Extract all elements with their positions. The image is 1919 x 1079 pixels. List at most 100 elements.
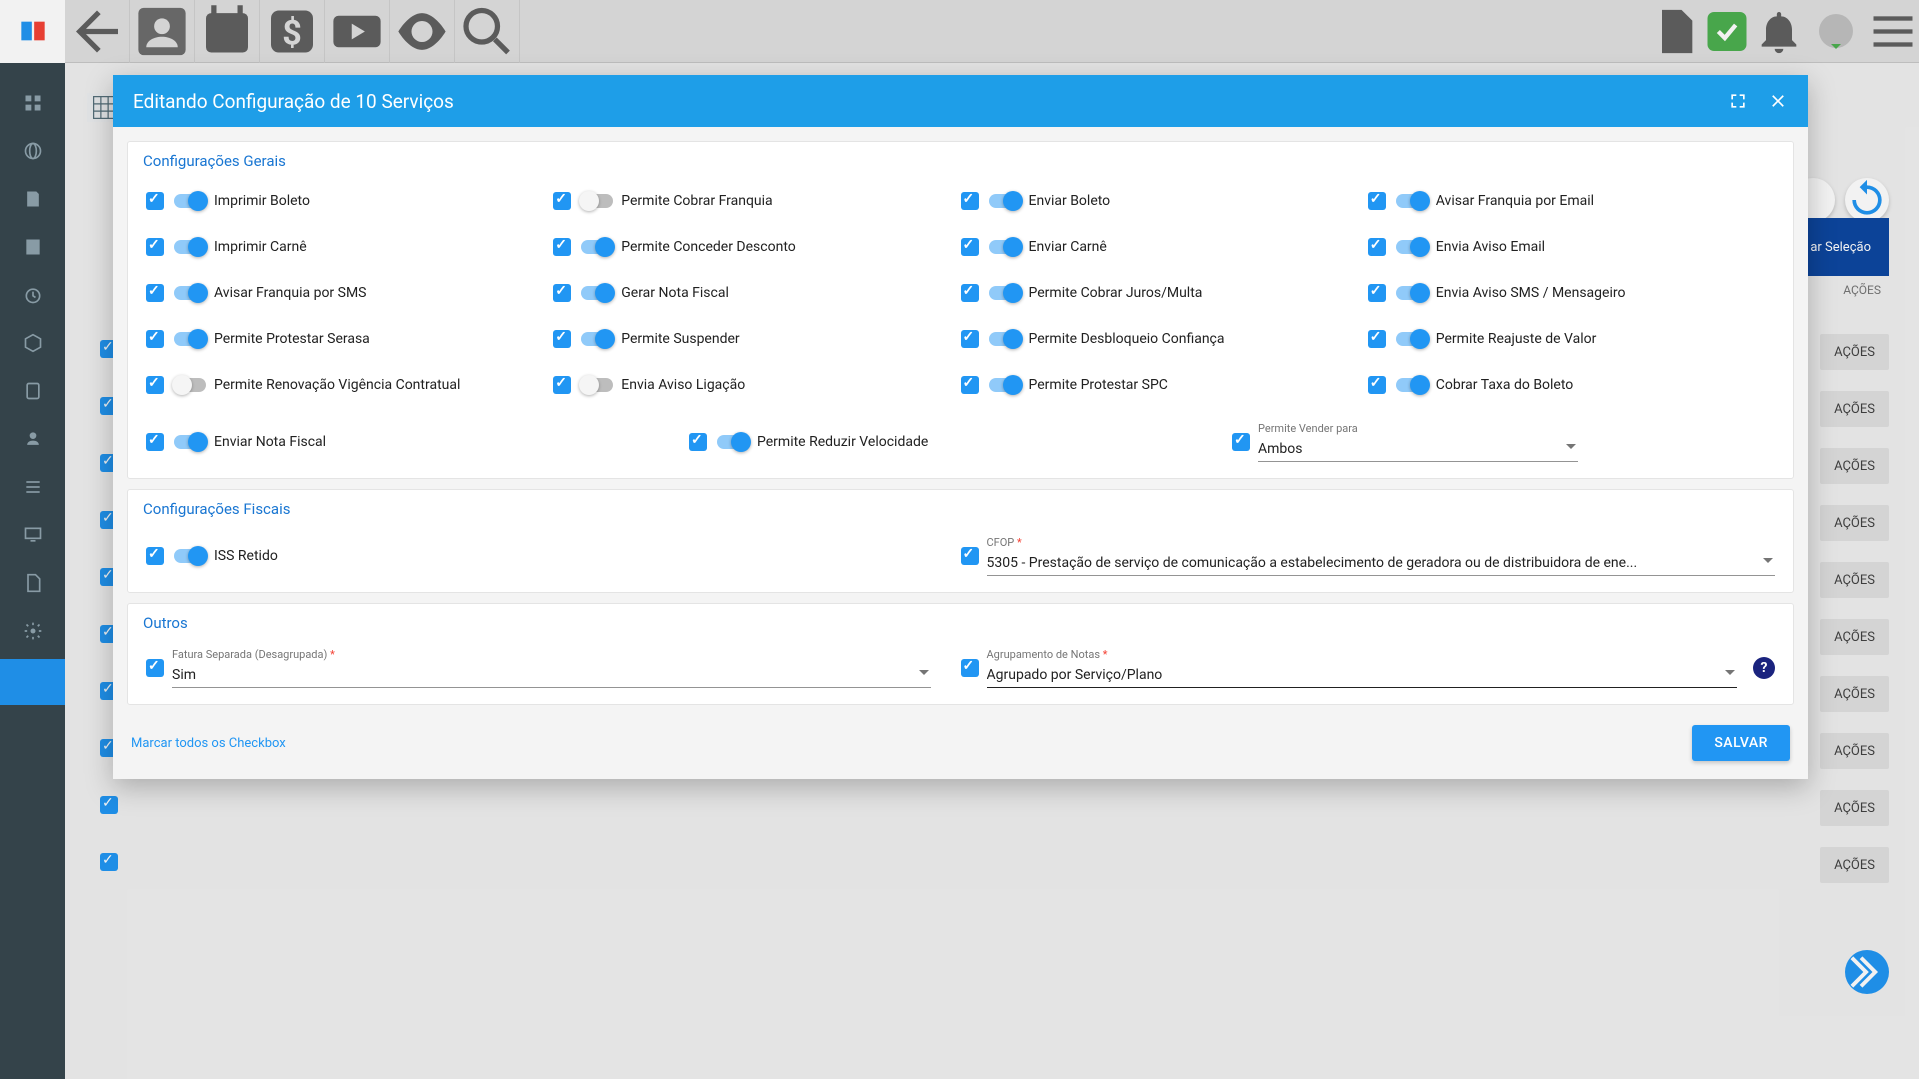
sel-lbl-permite-vender: Permite Vender para: [1258, 422, 1578, 435]
sel-lbl-fatura-separada: Fatura Separada (Desagrupada) *: [172, 648, 931, 661]
chevron-down-icon: [1763, 558, 1773, 568]
chk-agrupamento-notas[interactable]: [961, 659, 979, 677]
lbl-avisar-franquia-sms: Avisar Franquia por SMS: [214, 285, 367, 301]
chevron-down-icon: [1725, 670, 1735, 680]
sel-lbl-cfop: CFOP *: [987, 536, 1776, 549]
sel-val-fatura-separada: Sim: [172, 663, 931, 688]
lbl-permite-renovacao: Permite Renovação Vigência Contratual: [214, 377, 460, 393]
chk-envia-aviso-sms[interactable]: [1368, 284, 1386, 302]
tog-permite-protestar-serasa[interactable]: [174, 332, 206, 346]
chk-permite-desbloqueio[interactable]: [961, 330, 979, 348]
lbl-permite-desbloqueio: Permite Desbloqueio Confiança: [1029, 331, 1225, 347]
tog-envia-aviso-ligacao[interactable]: [581, 378, 613, 392]
tog-envia-aviso-sms[interactable]: [1396, 286, 1428, 300]
tog-avisar-franquia-sms[interactable]: [174, 286, 206, 300]
section-fiscal-title: Configurações Fiscais: [143, 490, 1775, 526]
sel-val-agrupamento-notas: Agrupado por Serviço/Plano: [987, 663, 1738, 688]
edit-config-modal: Editando Configuração de 10 Serviços Con…: [113, 75, 1808, 779]
section-other-title: Outros: [143, 604, 1775, 640]
tog-permite-reduzir-velocidade[interactable]: [717, 435, 749, 449]
lbl-permite-reajuste: Permite Reajuste de Valor: [1436, 331, 1597, 347]
lbl-envia-aviso-sms: Envia Aviso SMS / Mensageiro: [1436, 285, 1626, 301]
chevron-down-icon: [919, 670, 929, 680]
chk-enviar-carne[interactable]: [961, 238, 979, 256]
tog-avisar-franquia-email[interactable]: [1396, 194, 1428, 208]
tog-permite-conceder-desconto[interactable]: [581, 240, 613, 254]
section-other: Outros Fatura Separada (Desagrupada) * S…: [127, 603, 1794, 705]
lbl-permite-reduzir-velocidade: Permite Reduzir Velocidade: [757, 434, 928, 450]
chk-envia-aviso-ligacao[interactable]: [553, 376, 571, 394]
chk-enviar-nota-fiscal[interactable]: [146, 433, 164, 451]
lbl-permite-cobrar-franquia: Permite Cobrar Franquia: [621, 193, 772, 209]
lbl-iss-retido: ISS Retido: [214, 548, 278, 564]
fullscreen-icon[interactable]: [1728, 91, 1748, 111]
lbl-permite-protestar-spc: Permite Protestar SPC: [1029, 377, 1168, 393]
chk-permite-cobrar-juros[interactable]: [961, 284, 979, 302]
chk-cobrar-taxa-boleto[interactable]: [1368, 376, 1386, 394]
chk-imprimir-boleto[interactable]: [146, 192, 164, 210]
tog-iss-retido[interactable]: [174, 549, 206, 563]
chevron-down-icon: [1566, 444, 1576, 454]
lbl-permite-conceder-desconto: Permite Conceder Desconto: [621, 239, 796, 255]
tog-gerar-nota-fiscal[interactable]: [581, 286, 613, 300]
sel-lbl-agrupamento-notas: Agrupamento de Notas *: [987, 648, 1738, 661]
section-general: Configurações Gerais Imprimir Boleto Per…: [127, 141, 1794, 479]
chk-permite-suspender[interactable]: [553, 330, 571, 348]
chk-imprimir-carne[interactable]: [146, 238, 164, 256]
chk-permite-cobrar-franquia[interactable]: [553, 192, 571, 210]
modal-header: Editando Configuração de 10 Serviços: [113, 75, 1808, 127]
sel-val-cfop: 5305 - Prestação de serviço de comunicaç…: [987, 551, 1776, 576]
lbl-permite-cobrar-juros: Permite Cobrar Juros/Multa: [1029, 285, 1203, 301]
lbl-enviar-carne: Enviar Carnê: [1029, 239, 1107, 255]
close-icon[interactable]: [1768, 91, 1788, 111]
chk-iss-retido[interactable]: [146, 547, 164, 565]
chk-cfop[interactable]: [961, 547, 979, 565]
chk-avisar-franquia-sms[interactable]: [146, 284, 164, 302]
lbl-enviar-nota-fiscal: Enviar Nota Fiscal: [214, 434, 326, 450]
select-cfop[interactable]: CFOP * 5305 - Prestação de serviço de co…: [987, 536, 1776, 576]
tog-enviar-carne[interactable]: [989, 240, 1021, 254]
tog-permite-desbloqueio[interactable]: [989, 332, 1021, 346]
tog-envia-aviso-email[interactable]: [1396, 240, 1428, 254]
chk-envia-aviso-email[interactable]: [1368, 238, 1386, 256]
check-all-link[interactable]: Marcar todos os Checkbox: [131, 736, 286, 751]
tog-permite-renovacao[interactable]: [174, 378, 206, 392]
modal-footer: Marcar todos os Checkbox SALVAR: [113, 713, 1808, 779]
chk-permite-vender[interactable]: [1232, 433, 1250, 451]
chk-permite-reduzir-velocidade[interactable]: [689, 433, 707, 451]
tog-permite-reajuste[interactable]: [1396, 332, 1428, 346]
lbl-enviar-boleto: Enviar Boleto: [1029, 193, 1111, 209]
lbl-envia-aviso-ligacao: Envia Aviso Ligação: [621, 377, 745, 393]
tog-cobrar-taxa-boleto[interactable]: [1396, 378, 1428, 392]
chk-avisar-franquia-email[interactable]: [1368, 192, 1386, 210]
chk-enviar-boleto[interactable]: [961, 192, 979, 210]
section-general-title: Configurações Gerais: [143, 142, 1775, 178]
lbl-envia-aviso-email: Envia Aviso Email: [1436, 239, 1545, 255]
select-agrupamento-notas[interactable]: Agrupamento de Notas * Agrupado por Serv…: [987, 648, 1738, 688]
chk-permite-protestar-serasa[interactable]: [146, 330, 164, 348]
chk-permite-conceder-desconto[interactable]: [553, 238, 571, 256]
select-fatura-separada[interactable]: Fatura Separada (Desagrupada) * Sim: [172, 648, 931, 688]
tog-imprimir-boleto[interactable]: [174, 194, 206, 208]
tog-permite-cobrar-franquia[interactable]: [581, 194, 613, 208]
tog-permite-cobrar-juros[interactable]: [989, 286, 1021, 300]
save-button[interactable]: SALVAR: [1692, 725, 1790, 761]
tog-permite-protestar-spc[interactable]: [989, 378, 1021, 392]
tog-imprimir-carne[interactable]: [174, 240, 206, 254]
lbl-imprimir-boleto: Imprimir Boleto: [214, 193, 310, 209]
tog-permite-suspender[interactable]: [581, 332, 613, 346]
help-icon[interactable]: ?: [1753, 657, 1775, 679]
chk-permite-renovacao[interactable]: [146, 376, 164, 394]
chk-permite-protestar-spc[interactable]: [961, 376, 979, 394]
lbl-imprimir-carne: Imprimir Carnê: [214, 239, 307, 255]
chk-permite-reajuste[interactable]: [1368, 330, 1386, 348]
chk-fatura-separada[interactable]: [146, 659, 164, 677]
chk-gerar-nota-fiscal[interactable]: [553, 284, 571, 302]
tog-enviar-boleto[interactable]: [989, 194, 1021, 208]
lbl-permite-suspender: Permite Suspender: [621, 331, 739, 347]
lbl-permite-protestar-serasa: Permite Protestar Serasa: [214, 331, 370, 347]
section-fiscal: Configurações Fiscais ISS Retido CFOP * …: [127, 489, 1794, 593]
tog-enviar-nota-fiscal[interactable]: [174, 435, 206, 449]
select-permite-vender[interactable]: Permite Vender para Ambos: [1258, 422, 1578, 462]
modal-body: Configurações Gerais Imprimir Boleto Per…: [113, 127, 1808, 713]
